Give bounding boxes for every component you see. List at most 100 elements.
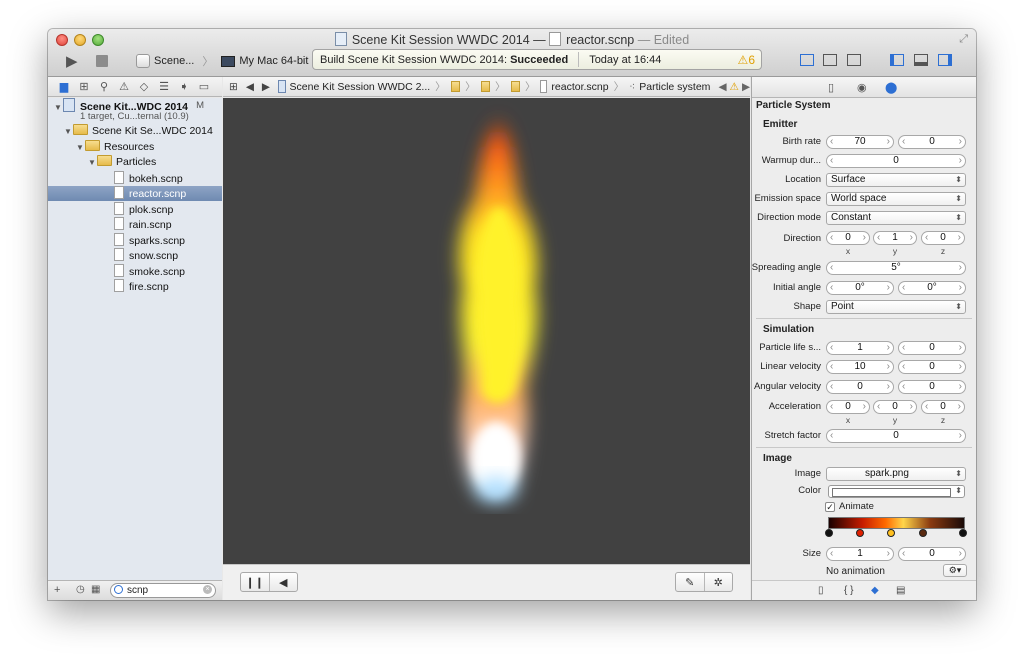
angular-velocity-variation-stepper[interactable]: 0 bbox=[898, 380, 966, 394]
navigator-toggle-icon[interactable] bbox=[890, 54, 904, 66]
file-row-selected[interactable]: reactor.scnp bbox=[48, 186, 222, 201]
acceleration-z-stepper[interactable]: 0 bbox=[921, 400, 965, 414]
pencil-icon[interactable]: ✎ bbox=[676, 576, 704, 589]
particle-life-span-variation-stepper[interactable]: 0 bbox=[898, 341, 966, 355]
next-issue-icon[interactable]: ▶ bbox=[742, 81, 750, 93]
attributes-inspector-icon[interactable]: ⬤ bbox=[885, 81, 897, 94]
file-row[interactable]: plok.scnp bbox=[48, 202, 222, 217]
debug-navigator-icon[interactable]: ☰ bbox=[156, 80, 172, 93]
folder-icon[interactable] bbox=[480, 81, 491, 92]
stop-button[interactable] bbox=[96, 55, 108, 67]
log-navigator-icon[interactable]: ▭ bbox=[196, 80, 212, 93]
gradient-stop[interactable] bbox=[919, 529, 927, 537]
source-control-filter-icon[interactable]: ▦ bbox=[91, 584, 100, 595]
resources-folder-row[interactable]: ▼ Resources bbox=[48, 140, 222, 155]
animate-checkbox[interactable]: ✓ bbox=[825, 502, 835, 512]
gradient-stop[interactable] bbox=[959, 529, 967, 537]
color-well[interactable] bbox=[828, 485, 965, 498]
particles-folder-row[interactable]: ▼ Particles bbox=[48, 155, 222, 170]
filter-field[interactable]: scnp × bbox=[110, 583, 216, 598]
file-row[interactable]: sparks.scnp bbox=[48, 233, 222, 248]
disclosure-triangle-icon[interactable]: ▼ bbox=[76, 140, 85, 155]
file-row[interactable]: rain.scnp bbox=[48, 217, 222, 232]
warnings-indicator[interactable]: ⚠6 bbox=[738, 53, 755, 67]
standard-editor-icon[interactable] bbox=[800, 54, 814, 66]
assistant-editor-icon[interactable] bbox=[823, 54, 837, 66]
particle-life-span-stepper[interactable]: 1 bbox=[826, 341, 894, 355]
direction-mode-popup[interactable]: Constant bbox=[826, 211, 966, 225]
back-arrow-icon[interactable]: ◀ bbox=[246, 81, 254, 93]
spreading-angle-stepper[interactable]: 5° bbox=[826, 261, 966, 275]
file-inspector-icon[interactable]: ▯ bbox=[828, 81, 834, 94]
jumpbar-particle-system[interactable]: Particle system bbox=[639, 81, 710, 93]
folder-icon bbox=[73, 124, 88, 135]
forward-arrow-icon[interactable]: ▶ bbox=[262, 81, 270, 93]
restart-button[interactable]: ◀ bbox=[270, 576, 298, 589]
debug-area-toggle-icon[interactable] bbox=[914, 54, 928, 66]
utilities-toggle-icon[interactable] bbox=[938, 54, 952, 66]
acceleration-y-stepper[interactable]: 0 bbox=[873, 400, 917, 414]
linear-velocity-variation-stepper[interactable]: 0 bbox=[898, 360, 966, 374]
recent-files-icon[interactable]: ◷ bbox=[76, 584, 85, 595]
linear-velocity-stepper[interactable]: 10 bbox=[826, 360, 894, 374]
warmup-duration-stepper[interactable]: 0 bbox=[826, 154, 966, 168]
folder-icon[interactable] bbox=[450, 81, 461, 92]
gradient-stop[interactable] bbox=[825, 529, 833, 537]
gradient-stop[interactable] bbox=[856, 529, 864, 537]
emission-space-popup[interactable]: World space bbox=[826, 192, 966, 206]
related-items-icon[interactable]: ⊞ bbox=[229, 81, 238, 93]
file-row[interactable]: smoke.scnp bbox=[48, 264, 222, 279]
gear-icon[interactable]: ⚙▾ bbox=[943, 564, 967, 577]
file-row[interactable]: fire.scnp bbox=[48, 279, 222, 294]
direction-x-stepper[interactable]: 0 bbox=[826, 231, 870, 245]
search-navigator-icon[interactable]: ⚲ bbox=[96, 80, 112, 93]
code-snippet-icon[interactable]: { } bbox=[844, 585, 853, 596]
angular-velocity-stepper[interactable]: 0 bbox=[826, 380, 894, 394]
clear-filter-icon[interactable]: × bbox=[203, 585, 212, 594]
birth-rate-variation-stepper[interactable]: 0 bbox=[898, 135, 966, 149]
media-library-icon[interactable]: ▤ bbox=[896, 585, 905, 596]
shape-popup[interactable]: Point bbox=[826, 300, 966, 314]
file-row[interactable]: bokeh.scnp bbox=[48, 171, 222, 186]
test-navigator-icon[interactable]: ◇ bbox=[136, 80, 152, 93]
location-popup[interactable]: Surface bbox=[826, 173, 966, 187]
disclosure-triangle-icon[interactable]: ▼ bbox=[88, 155, 97, 170]
group-row[interactable]: ▼ Scene Kit Se...WDC 2014 bbox=[48, 124, 222, 139]
scheme-selector[interactable]: Scene... 〉 My Mac 64-bit bbox=[136, 53, 308, 69]
project-navigator-icon[interactable]: ▆ bbox=[56, 80, 72, 93]
quick-help-icon[interactable]: ◉ bbox=[857, 81, 867, 94]
disclosure-triangle-icon[interactable]: ▼ bbox=[64, 124, 73, 139]
scene-viewport[interactable] bbox=[223, 98, 750, 564]
version-editor-icon[interactable] bbox=[847, 54, 861, 66]
folder-icon[interactable] bbox=[510, 81, 520, 92]
direction-y-stepper[interactable]: 1 bbox=[873, 231, 917, 245]
pause-button[interactable]: ❙❙ bbox=[241, 576, 269, 589]
stretch-factor-stepper[interactable]: 0 bbox=[826, 429, 966, 443]
initial-angle-variation-stepper[interactable]: 0° bbox=[898, 281, 966, 295]
breakpoint-navigator-icon[interactable]: ➧ bbox=[176, 80, 192, 93]
issue-navigator-icon[interactable]: ⚠ bbox=[116, 80, 132, 93]
previous-issue-icon[interactable]: ◀ bbox=[718, 81, 726, 93]
direction-z-stepper[interactable]: 0 bbox=[921, 231, 965, 245]
run-button[interactable]: ▶ bbox=[66, 52, 78, 70]
symbol-navigator-icon[interactable]: ⊞ bbox=[76, 80, 92, 93]
project-row[interactable]: ▼ Scene Kit...WDC 2014 M 1 target, Cu...t… bbox=[48, 98, 222, 124]
warning-icon[interactable]: ⚠ bbox=[730, 81, 739, 93]
disclosure-triangle-icon[interactable]: ▼ bbox=[54, 100, 63, 115]
jumpbar-project[interactable]: Scene Kit Session WWDC 2... bbox=[290, 81, 431, 93]
gradient-stop[interactable] bbox=[887, 529, 895, 537]
file-row[interactable]: snow.scnp bbox=[48, 248, 222, 263]
initial-angle-stepper[interactable]: 0° bbox=[826, 281, 894, 295]
size-stepper[interactable]: 1 bbox=[826, 547, 894, 561]
birth-rate-stepper[interactable]: 70 bbox=[826, 135, 894, 149]
fullscreen-icon[interactable]: ⤢ bbox=[959, 33, 968, 46]
acceleration-x-stepper[interactable]: 0 bbox=[826, 400, 870, 414]
file-template-icon[interactable]: ▯ bbox=[818, 585, 824, 596]
add-icon[interactable]: + bbox=[54, 584, 60, 596]
aperture-icon[interactable]: ✲ bbox=[705, 576, 733, 589]
object-library-icon[interactable]: ◆ bbox=[871, 585, 879, 596]
size-variation-stepper[interactable]: 0 bbox=[898, 547, 966, 561]
color-gradient-editor[interactable] bbox=[828, 517, 965, 529]
jumpbar-file[interactable]: reactor.scnp bbox=[551, 81, 608, 93]
image-popup[interactable]: spark.png bbox=[826, 467, 966, 481]
